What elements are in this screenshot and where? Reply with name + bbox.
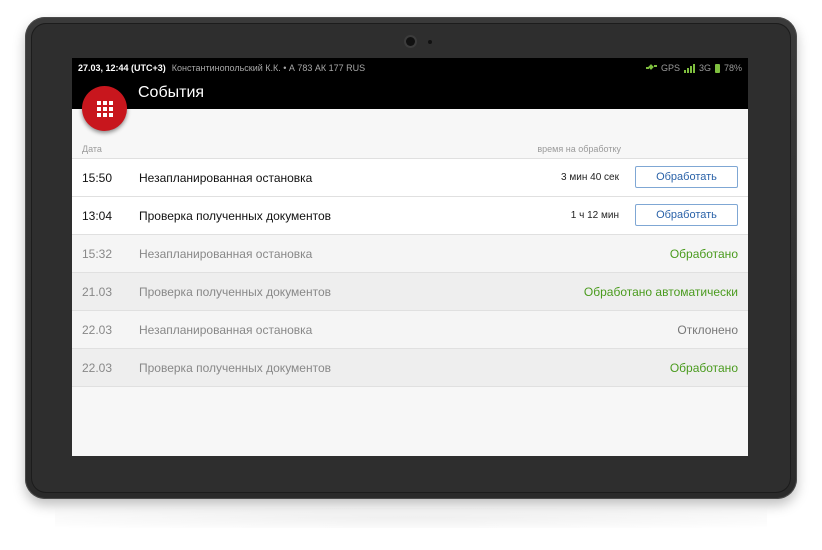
event-name: Незапланированная остановка [139, 171, 313, 185]
grid-icon [96, 100, 113, 117]
status-indicators: GPS 3G 78% [645, 63, 742, 74]
screen: 27.03, 12:44 (UTC+3) Константинопольский… [72, 58, 748, 456]
table-row[interactable]: 21.03 Проверка полученных документов Обр… [72, 272, 748, 310]
process-button[interactable]: Обработать [635, 204, 738, 226]
battery-icon [714, 63, 720, 73]
signal-icon [683, 63, 695, 73]
event-remaining-time: 1 ч 12 мин [570, 210, 619, 221]
event-name: Проверка полученных документов [139, 209, 332, 223]
event-name: Проверка полученных документов [139, 361, 332, 375]
action-bar: События [72, 78, 748, 109]
table-row[interactable]: 13:04 Проверка полученных документов 1 ч… [72, 196, 748, 234]
satellite-icon [645, 63, 657, 74]
event-date: 15:32 [82, 247, 113, 261]
event-name: Незапланированная остановка [139, 323, 313, 337]
table-row[interactable]: 15:50 Незапланированная остановка 3 мин … [72, 158, 748, 196]
table-row[interactable]: 15:32 Незапланированная остановка Обрабо… [72, 234, 748, 272]
event-date: 13:04 [82, 209, 113, 223]
event-date: 21.03 [82, 285, 113, 299]
table-row[interactable]: 22.03 Незапланированная остановка Отклон… [72, 310, 748, 348]
column-date: Дата [82, 144, 102, 154]
process-button[interactable]: Обработать [635, 166, 738, 188]
table-row[interactable]: 22.03 Проверка полученных документов Обр… [72, 348, 748, 387]
page-title: События [138, 84, 205, 101]
events-list: 15:50 Незапланированная остановка 3 мин … [72, 158, 748, 387]
event-date: 22.03 [82, 323, 113, 337]
status-badge: Обработано [669, 361, 738, 375]
status-time: 27.03, 12:44 (UTC+3) [78, 63, 166, 73]
status-badge: Обработано автоматически [583, 285, 738, 299]
event-date: 22.03 [82, 361, 113, 375]
status-driver: Константинопольский К.К. • А 783 АК 177 … [171, 63, 366, 73]
floor-reflection [55, 508, 767, 528]
status-badge: Отклонено [677, 323, 738, 337]
event-name: Незапланированная остановка [139, 247, 313, 261]
column-headers: Дата время на обработку [72, 140, 748, 158]
battery-label: 78% [723, 63, 742, 73]
status-bar: 27.03, 12:44 (UTC+3) Константинопольский… [72, 58, 748, 78]
status-badge: Обработано [669, 247, 738, 261]
column-processing-time: время на обработку [537, 144, 621, 154]
network-label: 3G [698, 63, 711, 73]
sensor-icon [428, 40, 432, 44]
menu-button[interactable] [82, 86, 127, 131]
camera-icon [406, 37, 415, 46]
event-date: 15:50 [82, 171, 113, 185]
event-remaining-time: 3 мин 40 сек [561, 172, 619, 183]
gps-label: GPS [660, 63, 680, 73]
event-name: Проверка полученных документов [139, 285, 332, 299]
